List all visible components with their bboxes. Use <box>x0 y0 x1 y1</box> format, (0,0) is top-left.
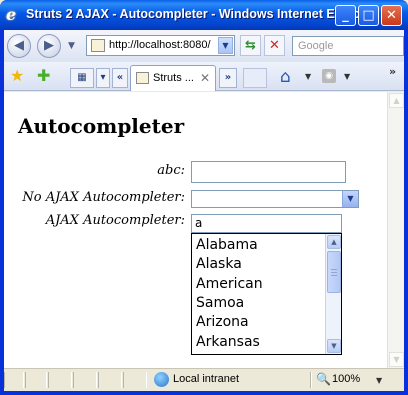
no-ajax-autocompleter-select[interactable]: ▼ <box>191 190 359 208</box>
suggestion-rest: rizona <box>205 314 249 330</box>
suggestion-rest: Samoa <box>196 295 245 311</box>
globe-icon <box>154 372 169 387</box>
refresh-icon[interactable]: ⇆ <box>240 35 261 56</box>
back-icon[interactable]: ◀ <box>7 34 31 58</box>
suggestion-item[interactable]: Samoa <box>196 295 244 311</box>
suggestion-item[interactable]: Alaska <box>196 256 242 272</box>
home-icon[interactable]: ⌂ <box>280 67 291 87</box>
ajax-autocompleter-input[interactable]: a <box>191 214 342 233</box>
feeds-icon[interactable]: ◉ <box>322 69 336 83</box>
tab-scroll-right-button[interactable]: » <box>219 68 237 88</box>
new-tab-button[interactable] <box>243 68 267 88</box>
status-cell <box>73 372 97 388</box>
search-placeholder: Google <box>298 40 334 52</box>
page-title: Autocompleter <box>18 114 185 138</box>
status-cell <box>4 372 24 388</box>
suggestion-item[interactable]: Arizona <box>196 314 249 330</box>
zoom-dropdown-icon[interactable]: ▼ <box>376 376 382 385</box>
zoom-icon[interactable]: 🔍 <box>316 372 331 386</box>
status-bar: Local intranet 🔍 100% ▼ <box>4 368 404 391</box>
search-input[interactable]: Google <box>292 36 404 56</box>
history-dropdown-icon[interactable]: ▼ <box>68 41 75 51</box>
navigation-bar: ◀ ▶ ▼ http://localhost:8080/ ▼ ⇆ ✕ Googl… <box>4 30 404 62</box>
suggestion-item[interactable]: American <box>196 276 263 292</box>
page-content: Autocompleter abc: No AJAX Autocompleter… <box>4 92 387 368</box>
scroll-up-icon[interactable]: ▲ <box>327 235 341 249</box>
browser-frame: ◀ ▶ ▼ http://localhost:8080/ ▼ ⇆ ✕ Googl… <box>4 30 404 391</box>
address-url[interactable]: http://localhost:8080/ <box>109 39 219 51</box>
scroll-thumb[interactable] <box>327 251 341 293</box>
grip-line <box>331 269 337 270</box>
security-zone-label: Local intranet <box>173 373 240 385</box>
page-favicon-icon <box>91 39 105 52</box>
status-cell <box>25 372 47 388</box>
suggestion-rest: labama <box>205 237 258 253</box>
suggestion-match: A <box>196 314 206 330</box>
tab-favicon-icon <box>136 72 149 84</box>
page-scrollbar[interactable]: ▲ ▼ <box>387 92 404 368</box>
select-dropdown-icon[interactable]: ▼ <box>342 191 358 207</box>
suggestion-scrollbar[interactable]: ▲ ▼ <box>325 234 341 354</box>
status-cell <box>123 372 147 388</box>
tab-bar: ★ ✚ ▦ ▾ « Struts ... ✕ » ⌂ ▼ ◉ ▼ » <box>4 62 404 91</box>
browser-window: e Struts 2 AJAX - Autocompleter - Window… <box>0 0 408 395</box>
tab-struts[interactable]: Struts ... ✕ <box>130 65 216 91</box>
maximize-button[interactable]: □ <box>358 5 379 26</box>
forward-icon[interactable]: ▶ <box>37 34 61 58</box>
tab-list-dropdown-icon[interactable]: ▾ <box>96 68 110 88</box>
add-favorite-icon[interactable]: ✚ <box>37 68 50 84</box>
no-ajax-autocompleter-label: No AJAX Autocompleter: <box>22 190 185 205</box>
feeds-dropdown-icon[interactable]: ▼ <box>344 72 350 81</box>
tab-label: Struts ... <box>153 72 194 84</box>
status-divider <box>310 372 312 388</box>
zoom-level[interactable]: 100% <box>332 373 360 385</box>
page-scroll-up-icon[interactable]: ▲ <box>389 93 404 108</box>
favorites-star-icon[interactable]: ★ <box>10 68 24 84</box>
suggestion-match: A <box>196 276 206 292</box>
suggestion-rest: laska <box>205 256 242 272</box>
status-cell <box>48 372 72 388</box>
window-title: Struts 2 AJAX - Autocompleter - Windows … <box>26 7 378 21</box>
suggestion-item[interactable]: Arkansas <box>196 334 260 350</box>
grip-line <box>331 275 337 276</box>
home-dropdown-icon[interactable]: ▼ <box>305 72 311 81</box>
suggestion-item[interactable]: Alabama <box>196 237 258 253</box>
abc-input[interactable] <box>191 161 346 183</box>
grip-line <box>331 272 337 273</box>
suggestion-match: A <box>196 334 206 350</box>
ajax-autocompleter-label: AJAX Autocompleter: <box>45 213 185 228</box>
tab-close-icon[interactable]: ✕ <box>200 71 210 85</box>
scroll-down-icon[interactable]: ▼ <box>327 339 341 353</box>
page-scroll-down-icon[interactable]: ▼ <box>389 352 404 367</box>
suggestion-match: A <box>196 256 206 272</box>
title-bar[interactable]: e Struts 2 AJAX - Autocompleter - Window… <box>0 0 408 30</box>
stop-icon[interactable]: ✕ <box>264 35 285 56</box>
address-dropdown-icon[interactable]: ▼ <box>218 37 233 54</box>
quick-tabs-icon[interactable]: ▦ <box>70 68 94 88</box>
toolbar-more-button[interactable]: » <box>389 65 396 78</box>
status-cell <box>98 372 122 388</box>
suggestion-rest: merican <box>205 276 263 292</box>
address-bar[interactable]: http://localhost:8080/ ▼ <box>86 35 235 56</box>
suggestion-rest: rkansas <box>205 334 260 350</box>
ie-logo-icon: e <box>6 5 17 24</box>
suggestion-match: A <box>196 237 206 253</box>
suggestion-list[interactable]: Alabama Alaska American Samoa Arizona Ar… <box>191 233 342 355</box>
minimize-button[interactable]: _ <box>335 5 356 26</box>
tab-scroll-left-button[interactable]: « <box>112 68 128 88</box>
close-button[interactable]: ✕ <box>381 5 402 26</box>
abc-label: abc: <box>157 163 185 178</box>
